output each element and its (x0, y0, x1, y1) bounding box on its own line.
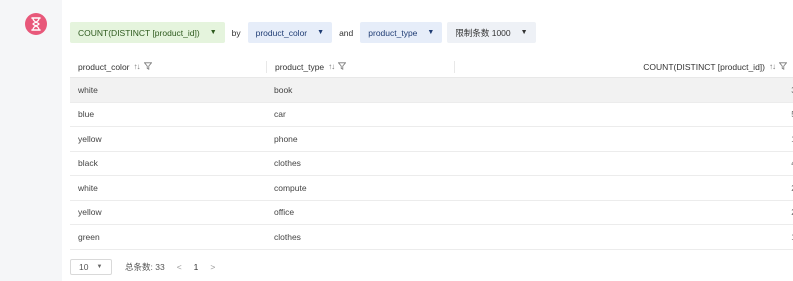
measure-label: COUNT(DISTINCT [product_id]) (78, 27, 200, 38)
cell-count: 2 (454, 207, 793, 217)
table-row[interactable]: white compute 2 (70, 176, 793, 201)
table-row[interactable]: green clothes 1 (70, 225, 793, 250)
by-label: by (231, 27, 241, 38)
limit-chip[interactable]: 限制条数 1000 ▼ (447, 22, 536, 43)
cell-count: 4 (454, 158, 793, 168)
query-bar: COUNT(DISTINCT [product_id]) ▼ by produc… (70, 22, 536, 43)
page-size-value: 10 (79, 262, 89, 272)
table-row[interactable]: white book 3 (70, 78, 793, 103)
filter-icon[interactable] (143, 61, 152, 72)
chevron-down-icon: ▼ (427, 29, 435, 36)
header-label: product_color (78, 61, 130, 72)
pagination: 10 ▼ 总条数: 33 < 1 > (70, 259, 215, 275)
header-count[interactable]: COUNT(DISTINCT [product_id]) ↑↓ (454, 60, 793, 73)
next-page-icon[interactable]: > (210, 262, 215, 272)
cell-count: 5 (454, 109, 793, 119)
cell-count: 3 (454, 85, 793, 95)
and-label: and (339, 27, 354, 38)
chevron-down-icon: ▼ (96, 264, 103, 270)
cell-type: phone (274, 133, 298, 144)
cell-count: 1 (454, 232, 793, 242)
cell-type: clothes (274, 158, 301, 169)
header-product-type[interactable]: product_type ↑↓ (266, 60, 454, 73)
results-table: product_color ↑↓ product_type ↑↓ COUNT(D… (70, 56, 793, 250)
cell-color: black (78, 158, 98, 169)
table-row[interactable]: yellow phone 1 (70, 127, 793, 152)
cell-type: clothes (274, 231, 301, 242)
page-size-select[interactable]: 10 ▼ (70, 259, 112, 275)
chevron-down-icon: ▼ (317, 29, 325, 36)
header-product-color[interactable]: product_color ↑↓ (70, 56, 266, 78)
hourglass-icon[interactable] (25, 13, 47, 35)
dimension-label: product_type (368, 27, 418, 38)
chevron-down-icon: ▼ (520, 29, 528, 36)
limit-label: 限制条数 1000 (455, 27, 511, 38)
cell-color: yellow (78, 133, 102, 144)
dimension-chip-color[interactable]: product_color ▼ (247, 22, 333, 43)
table-row[interactable]: blue car 5 (70, 103, 793, 127)
sort-icon[interactable]: ↑↓ (769, 62, 776, 71)
total-count: 总条数: 33 (125, 262, 165, 272)
cell-color: yellow (78, 207, 102, 218)
cell-count: 2 (454, 183, 793, 193)
cell-type: book (274, 84, 293, 95)
cell-color: white (78, 84, 98, 95)
cell-color: white (78, 182, 98, 193)
filter-icon[interactable] (778, 61, 788, 72)
sort-icon[interactable]: ↑↓ (328, 62, 335, 71)
dimension-label: product_color (255, 27, 308, 38)
cell-type: compute (274, 182, 307, 193)
header-label: product_type (275, 61, 325, 72)
chevron-down-icon: ▼ (209, 29, 217, 36)
main-panel: COUNT(DISTINCT [product_id]) ▼ by produc… (62, 0, 793, 281)
page-nav: < 1 > (177, 262, 216, 272)
table-row[interactable]: black clothes 4 (70, 152, 793, 176)
table-row[interactable]: yellow office 2 (70, 201, 793, 225)
cell-count: 1 (454, 134, 793, 144)
measure-chip[interactable]: COUNT(DISTINCT [product_id]) ▼ (70, 22, 225, 43)
dimension-chip-type[interactable]: product_type ▼ (360, 22, 443, 43)
left-rail (0, 0, 62, 281)
cell-color: green (78, 231, 100, 242)
page-number[interactable]: 1 (194, 262, 199, 272)
table-header: product_color ↑↓ product_type ↑↓ COUNT(D… (70, 56, 793, 78)
cell-type: car (274, 109, 286, 120)
cell-type: office (274, 207, 295, 218)
filter-icon[interactable] (337, 61, 347, 72)
prev-page-icon[interactable]: < (177, 262, 182, 272)
sort-icon[interactable]: ↑↓ (134, 62, 141, 71)
header-label: COUNT(DISTINCT [product_id]) (643, 61, 765, 72)
cell-color: blue (78, 109, 95, 120)
